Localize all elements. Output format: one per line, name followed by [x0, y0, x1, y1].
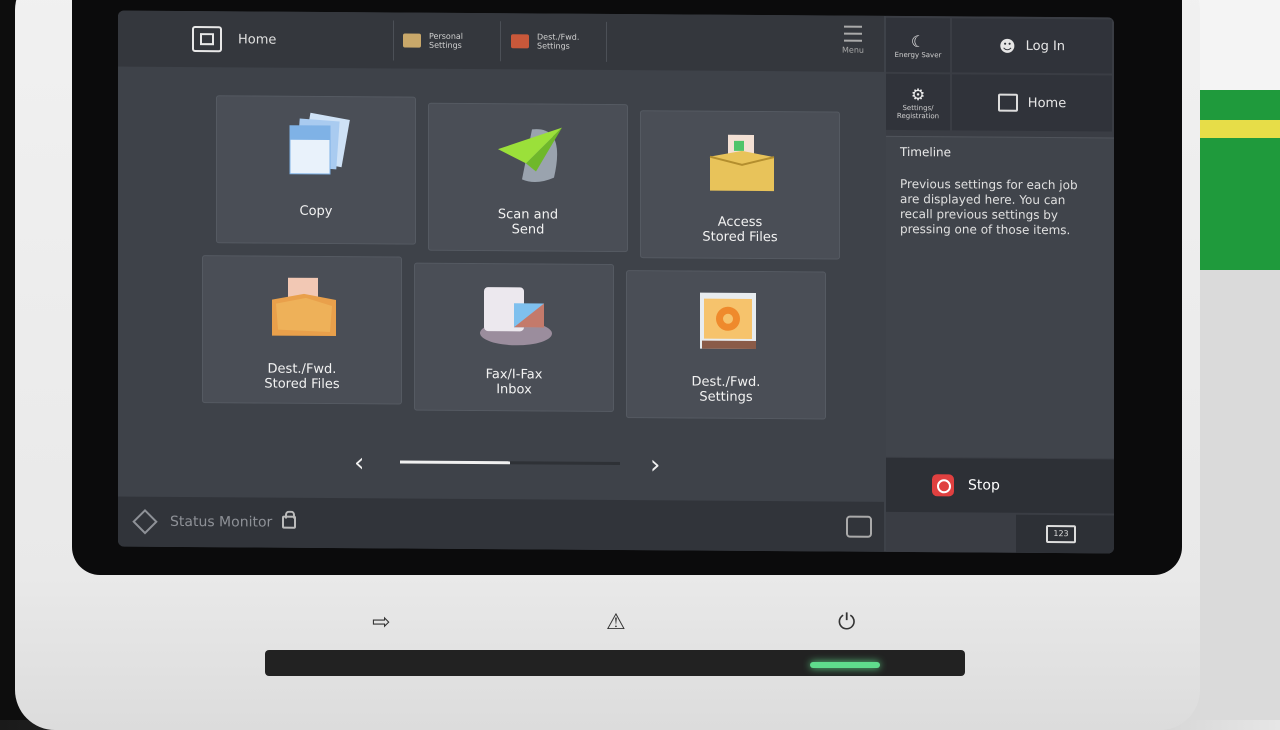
tile-access-stored-files-label-line2: Stored Files — [702, 229, 778, 246]
copy-icon — [289, 112, 350, 175]
moon-icon: ☾ — [910, 31, 926, 51]
menu-button[interactable]: Menu — [838, 25, 868, 55]
settings-registration-label: Settings/ Registration — [897, 103, 939, 119]
power-icon[interactable]: ⏻ — [838, 610, 855, 635]
counter-icon: 123 — [1046, 525, 1076, 544]
energy-saver-label: Energy Saver — [894, 50, 942, 59]
previous-page-button[interactable]: ‹ — [354, 448, 364, 478]
settings-registration-label-line1: Settings/ — [902, 103, 934, 112]
personal-settings-label-line2: Settings — [429, 40, 462, 50]
tile-copy[interactable]: Copy — [216, 95, 416, 245]
status-monitor-label: Status Monitor — [170, 513, 273, 531]
tile-access-stored-files-label-line1: Access — [717, 214, 763, 231]
tile-dest-fwd-stored-files-label-line2: Stored Files — [264, 376, 340, 393]
mobile-connect-icon[interactable] — [846, 515, 872, 538]
tile-scan-and-send-label-line1: Scan and — [497, 207, 559, 223]
tile-scan-and-send[interactable]: Scan and Send — [428, 102, 628, 253]
warning-icon: ⚠ — [606, 610, 626, 635]
touch-screen: Home Personal Settings Dest./Fwd. Settin… — [118, 10, 1114, 554]
menu-label: Menu — [842, 45, 864, 55]
top-bar: Home Personal Settings Dest./Fwd. Settin… — [118, 10, 884, 72]
tile-dest-fwd-settings[interactable]: Dest./Fwd. Settings — [626, 270, 826, 420]
output-slot — [265, 650, 965, 676]
paper-plane-icon — [498, 127, 562, 182]
page-indicator-fill — [400, 460, 510, 465]
tile-copy-label: Copy — [216, 203, 416, 219]
timeline-panel: Timeline Previous settings for each job … — [886, 135, 1114, 459]
dest-fwd-settings-label-line2: Settings — [537, 41, 570, 51]
dest-fwd-settings-icon — [511, 34, 529, 49]
gear-icon: ⚙ — [910, 84, 926, 104]
divider — [500, 21, 501, 62]
settings-registration-button[interactable]: ⚙ Settings/ Registration — [886, 73, 950, 131]
tile-fax-inbox-label-line2: Inbox — [496, 382, 532, 398]
tile-copy-label-line1: Copy — [299, 203, 333, 220]
tile-scan-and-send-label-line2: Send — [511, 222, 545, 238]
menu-icon — [844, 25, 862, 42]
timeline-description: Previous settings for each job are displ… — [900, 176, 1078, 238]
home-icon — [997, 93, 1018, 112]
stored-files-icon — [272, 277, 336, 337]
tile-dest-fwd-stored-files-label: Dest./Fwd. Stored Files — [202, 361, 402, 393]
tile-dest-fwd-stored-files-label-line1: Dest./Fwd. — [267, 361, 337, 378]
settings-gear-icon — [700, 292, 756, 349]
login-label: Log In — [1025, 38, 1066, 54]
tile-access-stored-files-label: Access Stored Files — [640, 214, 840, 245]
lock-icon[interactable] — [282, 515, 296, 529]
tile-access-stored-files[interactable]: Access Stored Files — [640, 110, 840, 260]
status-monitor-button[interactable]: Status Monitor — [118, 497, 272, 548]
tile-fax-inbox-label-line1: Fax/I-Fax — [485, 367, 543, 383]
page-indicator — [400, 460, 620, 466]
home-tab[interactable]: Home — [118, 11, 393, 69]
bottom-bar: Status Monitor — [118, 496, 884, 552]
storage-box-icon — [709, 134, 775, 192]
user-icon: ☻ — [998, 36, 1016, 56]
login-button[interactable]: ☻ Log In — [952, 18, 1112, 74]
divider — [393, 20, 394, 61]
personal-settings-label: Personal Settings — [429, 32, 463, 50]
timeline-title: Timeline — [900, 144, 952, 160]
stop-button[interactable]: Stop — [886, 457, 1114, 514]
settings-registration-label-line2: Registration — [896, 111, 940, 120]
login-hardware-icon[interactable]: ⇨ — [372, 610, 390, 635]
status-led — [810, 662, 880, 668]
personal-settings-icon — [403, 33, 421, 48]
home-icon — [192, 26, 222, 53]
personal-settings-button[interactable]: Personal Settings — [403, 13, 463, 69]
tile-fax-inbox-label: Fax/I-Fax Inbox — [414, 367, 614, 398]
next-page-button[interactable]: › — [650, 450, 660, 480]
home-tab-label: Home — [238, 31, 277, 48]
home-button-label: Home — [1027, 95, 1067, 111]
tile-dest-fwd-settings-label-line1: Dest./Fwd. — [691, 374, 761, 391]
personal-settings-label-line1: Personal — [429, 31, 464, 41]
counter-button[interactable]: 123 — [1016, 514, 1114, 554]
energy-saver-button[interactable]: ☾ Energy Saver — [886, 17, 950, 73]
divider — [606, 21, 607, 62]
tile-dest-fwd-settings-label: Dest./Fwd. Settings — [626, 374, 826, 405]
inbox-icon — [480, 287, 552, 346]
status-monitor-icon — [132, 508, 158, 535]
tile-dest-fwd-stored-files[interactable]: Dest./Fwd. Stored Files — [202, 255, 402, 405]
dest-fwd-settings-label: Dest./Fwd. Settings — [537, 32, 579, 50]
tile-dest-fwd-settings-label-line2: Settings — [699, 389, 753, 405]
stop-icon — [932, 474, 954, 497]
tile-scan-and-send-label: Scan and Send — [428, 207, 628, 238]
dest-fwd-settings-label-line1: Dest./Fwd. — [537, 32, 580, 42]
right-panel: ☾ Energy Saver ☻ Log In ⚙ Settings/ Regi… — [886, 15, 1114, 554]
tile-fax-inbox[interactable]: Fax/I-Fax Inbox — [414, 262, 614, 412]
home-button[interactable]: Home — [952, 74, 1112, 132]
dest-fwd-settings-button[interactable]: Dest./Fwd. Settings — [511, 13, 579, 69]
stop-label: Stop — [968, 477, 1000, 494]
